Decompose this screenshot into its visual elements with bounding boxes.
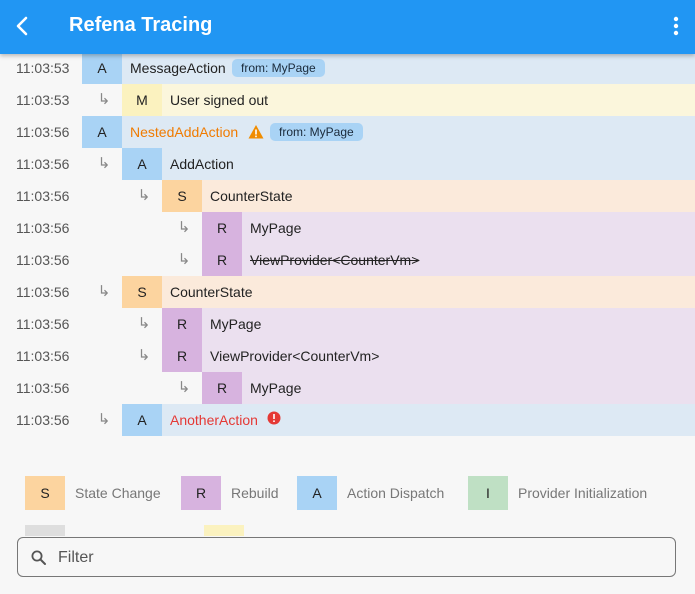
event-type-badge: R <box>202 212 242 244</box>
event-time: 11:03:56 <box>16 380 70 396</box>
event-time: 11:03:56 <box>16 348 70 364</box>
app-title: Refena Tracing <box>69 14 213 36</box>
event-label: MessageAction <box>130 60 226 76</box>
event-row[interactable]: 11:03:56 ↳ R MyPage <box>0 372 695 404</box>
nested-arrow-icon: ↳ <box>97 91 111 108</box>
event-time: 11:03:56 <box>16 156 70 172</box>
event-band: A AddAction <box>122 148 695 180</box>
event-band: A AnotherAction <box>122 404 695 436</box>
legend-label: Provider Initialization <box>518 485 648 501</box>
nested-arrow-icon: ↳ <box>177 379 191 396</box>
event-row[interactable]: 11:03:56 ↳ S CounterState <box>0 276 695 308</box>
event-label: ViewProvider<CounterVm> <box>210 348 380 364</box>
legend-badge: S <box>25 476 65 510</box>
event-band: R MyPage <box>202 372 695 404</box>
legend-item-message-partial <box>204 525 244 536</box>
event-row[interactable]: 11:03:53 A MessageAction from: MyPage <box>0 52 695 84</box>
event-time: 11:03:56 <box>16 220 70 236</box>
event-row[interactable]: 11:03:56 ↳ A AnotherAction <box>0 404 695 436</box>
filter-field[interactable] <box>17 537 676 577</box>
event-band: A NestedAddAction from: MyPage <box>82 116 695 148</box>
nested-arrow-icon: ↳ <box>97 411 111 428</box>
event-label: CounterState <box>210 188 293 204</box>
nested-arrow-icon: ↳ <box>97 283 111 300</box>
event-band: S CounterState <box>122 276 695 308</box>
event-type-badge: A <box>82 116 122 148</box>
event-band: R ViewProvider<CounterVm> <box>202 244 695 276</box>
event-time: 11:03:56 <box>16 188 70 204</box>
event-time: 11:03:56 <box>16 252 70 268</box>
event-label: MyPage <box>210 316 262 332</box>
event-band: R MyPage <box>202 212 695 244</box>
event-label: NestedAddAction <box>130 124 239 140</box>
legend-label: Action Dispatch <box>347 485 445 501</box>
event-row[interactable]: 11:03:56 ↳ R ViewProvider<CounterVm> <box>0 340 695 372</box>
event-row[interactable]: 11:03:53 ↳ M User signed out <box>0 84 695 116</box>
warning-icon <box>248 125 264 139</box>
event-label: AddAction <box>170 156 234 172</box>
event-band: A MessageAction from: MyPage <box>82 52 695 84</box>
event-type-badge: S <box>162 180 202 212</box>
nested-arrow-icon: ↳ <box>97 155 111 172</box>
event-label: User signed out <box>170 92 269 108</box>
filter-input[interactable] <box>56 542 660 574</box>
back-arrow-icon[interactable] <box>8 11 38 41</box>
app-bar: Refena Tracing <box>0 0 695 54</box>
event-list[interactable]: 11:03:52↳RMyPage11:03:53AMessageActionfr… <box>0 34 695 450</box>
error-icon <box>267 411 281 425</box>
legend-label: State Change <box>75 485 161 501</box>
nested-arrow-icon: ↳ <box>177 251 191 268</box>
event-label: AnotherAction <box>170 412 258 428</box>
event-row[interactable]: 11:03:56 ↳ S CounterState <box>0 180 695 212</box>
event-type-badge: S <box>122 276 162 308</box>
event-band: M User signed out <box>122 84 695 116</box>
nested-arrow-icon: ↳ <box>137 315 151 332</box>
nested-arrow-icon: ↳ <box>137 187 151 204</box>
legend-badge: I <box>468 476 508 510</box>
event-row[interactable]: 11:03:56 ↳ R MyPage <box>0 212 695 244</box>
nested-arrow-icon: ↳ <box>177 219 191 236</box>
event-time: 11:03:56 <box>16 124 70 140</box>
event-type-badge: R <box>202 372 242 404</box>
event-type-badge: A <box>122 404 162 436</box>
event-row[interactable]: 11:03:56 A NestedAddAction from: MyPage <box>0 116 695 148</box>
legend-badge: R <box>181 476 221 510</box>
event-band: R ViewProvider<CounterVm> <box>162 340 695 372</box>
event-time: 11:03:56 <box>16 284 70 300</box>
event-band: R MyPage <box>162 308 695 340</box>
nested-arrow-icon: ↳ <box>137 347 151 364</box>
event-type-badge: R <box>202 244 242 276</box>
event-label: MyPage <box>250 380 302 396</box>
event-type-badge: R <box>162 340 202 372</box>
legend: S State Change R Rebuild A Action Dispatch I Pr… <box>0 476 695 536</box>
search-icon <box>31 550 46 565</box>
event-label: MyPage <box>250 220 302 236</box>
event-time: 11:03:56 <box>16 412 70 428</box>
event-label: ViewProvider<CounterVm> <box>250 252 420 268</box>
legend-badge: A <box>297 476 337 510</box>
event-row[interactable]: 11:03:56 ↳ R MyPage <box>0 308 695 340</box>
origin-chip: from: MyPage <box>232 59 325 77</box>
legend-item-other-partial <box>25 525 65 536</box>
event-time: 11:03:53 <box>16 92 70 108</box>
event-row[interactable]: 11:03:56 ↳ A AddAction <box>0 148 695 180</box>
event-label: CounterState <box>170 284 253 300</box>
event-row[interactable]: 11:03:56 ↳ R ViewProvider<CounterVm> <box>0 244 695 276</box>
origin-chip: from: MyPage <box>270 123 363 141</box>
legend-label: Rebuild <box>231 485 279 501</box>
event-type-badge: R <box>162 308 202 340</box>
event-type-badge: A <box>82 52 122 84</box>
more-vert-icon[interactable] <box>664 11 688 41</box>
event-band: S CounterState <box>162 180 695 212</box>
event-time: 11:03:53 <box>16 60 70 76</box>
event-type-badge: M <box>122 84 162 116</box>
event-time: 11:03:56 <box>16 316 70 332</box>
event-type-badge: A <box>122 148 162 180</box>
